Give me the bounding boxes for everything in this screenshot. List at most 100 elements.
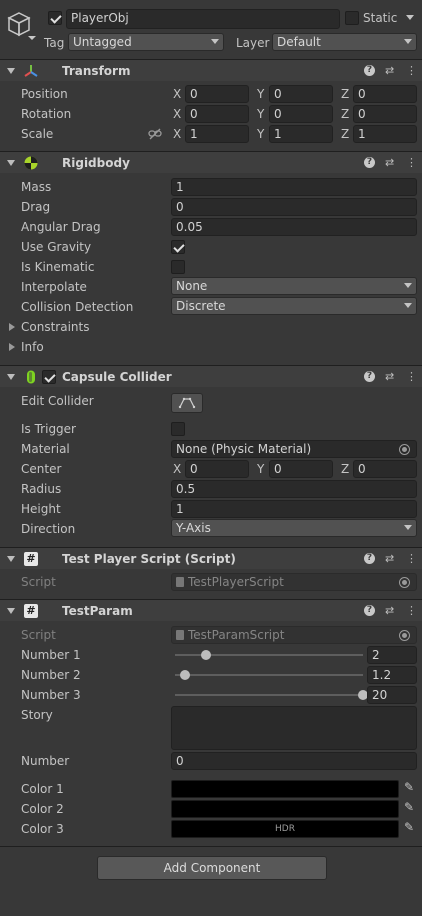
number3-field[interactable]: 20 — [367, 686, 417, 704]
edit-collider-button[interactable] — [171, 393, 203, 413]
radius-label: Radius — [21, 482, 62, 496]
y-axis-label[interactable]: Y — [257, 127, 264, 141]
foldout-arrow-icon[interactable] — [7, 608, 15, 614]
color2-field[interactable] — [171, 800, 399, 818]
presets-icon[interactable]: ⇄ — [385, 552, 394, 565]
z-axis-label[interactable]: Z — [341, 107, 349, 121]
y-axis-label[interactable]: Y — [257, 462, 264, 476]
presets-icon[interactable]: ⇄ — [385, 156, 394, 169]
is-trigger-checkbox[interactable] — [171, 422, 185, 436]
object-name-field[interactable]: PlayerObj — [66, 9, 340, 29]
foldout-arrow-icon[interactable] — [7, 556, 15, 562]
help-icon[interactable]: ? — [364, 157, 375, 168]
help-icon[interactable]: ? — [364, 65, 375, 76]
eyedropper-icon[interactable]: ✎ — [400, 780, 418, 798]
position-label: Position — [21, 87, 68, 101]
number1-field[interactable]: 2 — [367, 646, 417, 664]
tag-dropdown[interactable]: Untagged — [68, 33, 224, 51]
scale-x-field[interactable]: 1 — [185, 125, 249, 143]
x-axis-label[interactable]: X — [173, 462, 181, 476]
static-checkbox[interactable] — [345, 11, 359, 25]
x-axis-label[interactable]: X — [173, 107, 181, 121]
transform-header[interactable]: Transform ? ⇄ ⋮ — [0, 59, 422, 81]
color3-field[interactable]: HDR — [171, 820, 399, 838]
object-picker-icon[interactable] — [399, 630, 410, 641]
center-y-field[interactable]: 0 — [269, 460, 333, 478]
constraints-foldout[interactable]: Constraints — [0, 317, 422, 337]
static-dropdown-arrow[interactable] — [406, 15, 414, 20]
radius-field[interactable]: 0.5 — [171, 480, 417, 498]
center-x-field[interactable]: 0 — [185, 460, 249, 478]
scale-y-field[interactable]: 1 — [269, 125, 333, 143]
position-z-field[interactable]: 0 — [353, 85, 417, 103]
z-axis-label[interactable]: Z — [341, 462, 349, 476]
is-trigger-label: Is Trigger — [21, 422, 76, 436]
position-y-field[interactable]: 0 — [269, 85, 333, 103]
help-icon[interactable]: ? — [364, 553, 375, 564]
kebab-menu-icon[interactable]: ⋮ — [406, 552, 417, 565]
z-axis-label[interactable]: Z — [341, 127, 349, 141]
layer-dropdown[interactable]: Default — [272, 33, 417, 51]
position-x-field[interactable]: 0 — [185, 85, 249, 103]
material-row: Material None (Physic Material) — [0, 439, 422, 459]
number2-field[interactable]: 1.2 — [367, 666, 417, 684]
number-field[interactable]: 0 — [171, 752, 417, 770]
color1-field[interactable] — [171, 780, 399, 798]
x-axis-label[interactable]: X — [173, 127, 181, 141]
scale-z-field[interactable]: 1 — [353, 125, 417, 143]
presets-icon[interactable]: ⇄ — [385, 604, 394, 617]
scale-label: Scale — [21, 127, 54, 141]
y-axis-label[interactable]: Y — [257, 87, 264, 101]
material-field[interactable]: None (Physic Material) — [171, 440, 417, 458]
object-picker-icon[interactable] — [399, 444, 410, 455]
test-param-header[interactable]: # TestParam ? ⇄ ⋮ — [0, 599, 422, 621]
eyedropper-icon[interactable]: ✎ — [400, 800, 418, 818]
x-axis-label[interactable]: X — [173, 87, 181, 101]
presets-icon[interactable]: ⇄ — [385, 64, 394, 77]
mass-field[interactable]: 1 — [171, 178, 417, 196]
drag-field[interactable]: 0 — [171, 198, 417, 216]
direction-dropdown[interactable]: Y-Axis — [171, 519, 417, 537]
direction-row: Direction Y-Axis — [0, 519, 422, 539]
object-icon[interactable] — [6, 10, 36, 40]
kebab-menu-icon[interactable]: ⋮ — [406, 604, 417, 617]
angular-drag-field[interactable]: 0.05 — [171, 218, 417, 236]
constrain-proportions-icon[interactable] — [148, 128, 162, 140]
test-param-title: TestParam — [62, 604, 133, 618]
foldout-arrow-icon[interactable] — [7, 160, 15, 166]
z-axis-label[interactable]: Z — [341, 87, 349, 101]
object-active-checkbox[interactable] — [48, 11, 62, 25]
add-component-button[interactable]: Add Component — [97, 856, 327, 880]
capsule-collider-header[interactable]: Capsule Collider ? ⇄ ⋮ — [0, 365, 422, 387]
rotation-x-field[interactable]: 0 — [185, 105, 249, 123]
y-axis-label[interactable]: Y — [257, 107, 264, 121]
center-z-field[interactable]: 0 — [353, 460, 417, 478]
number2-slider-knob[interactable] — [180, 670, 191, 680]
collision-detection-dropdown[interactable]: Discrete — [171, 297, 417, 315]
foldout-arrow-icon[interactable] — [7, 68, 15, 74]
story-row: Story — [0, 705, 422, 751]
help-icon[interactable]: ? — [364, 605, 375, 616]
capsule-collider-enabled-checkbox[interactable] — [42, 370, 56, 384]
eyedropper-icon[interactable]: ✎ — [400, 820, 418, 838]
kebab-menu-icon[interactable]: ⋮ — [406, 156, 417, 169]
kebab-menu-icon[interactable]: ⋮ — [406, 370, 417, 383]
number3-slider-track[interactable] — [175, 694, 363, 696]
is-kinematic-checkbox[interactable] — [171, 260, 185, 274]
rotation-z-field[interactable]: 0 — [353, 105, 417, 123]
number2-slider-track[interactable] — [175, 674, 363, 676]
object-picker-icon[interactable] — [399, 577, 410, 588]
test-player-script-header[interactable]: # Test Player Script (Script) ? ⇄ ⋮ — [0, 547, 422, 569]
info-foldout[interactable]: Info — [0, 337, 422, 357]
number1-slider-knob[interactable] — [200, 650, 211, 660]
rotation-y-field[interactable]: 0 — [269, 105, 333, 123]
help-icon[interactable]: ? — [364, 371, 375, 382]
story-textarea[interactable] — [171, 706, 417, 750]
presets-icon[interactable]: ⇄ — [385, 370, 394, 383]
kebab-menu-icon[interactable]: ⋮ — [406, 64, 417, 77]
use-gravity-checkbox[interactable] — [171, 240, 185, 254]
foldout-arrow-icon[interactable] — [7, 374, 15, 380]
rigidbody-header[interactable]: Rigidbody ? ⇄ ⋮ — [0, 151, 422, 173]
height-field[interactable]: 1 — [171, 500, 417, 518]
interpolate-dropdown[interactable]: None — [171, 277, 417, 295]
